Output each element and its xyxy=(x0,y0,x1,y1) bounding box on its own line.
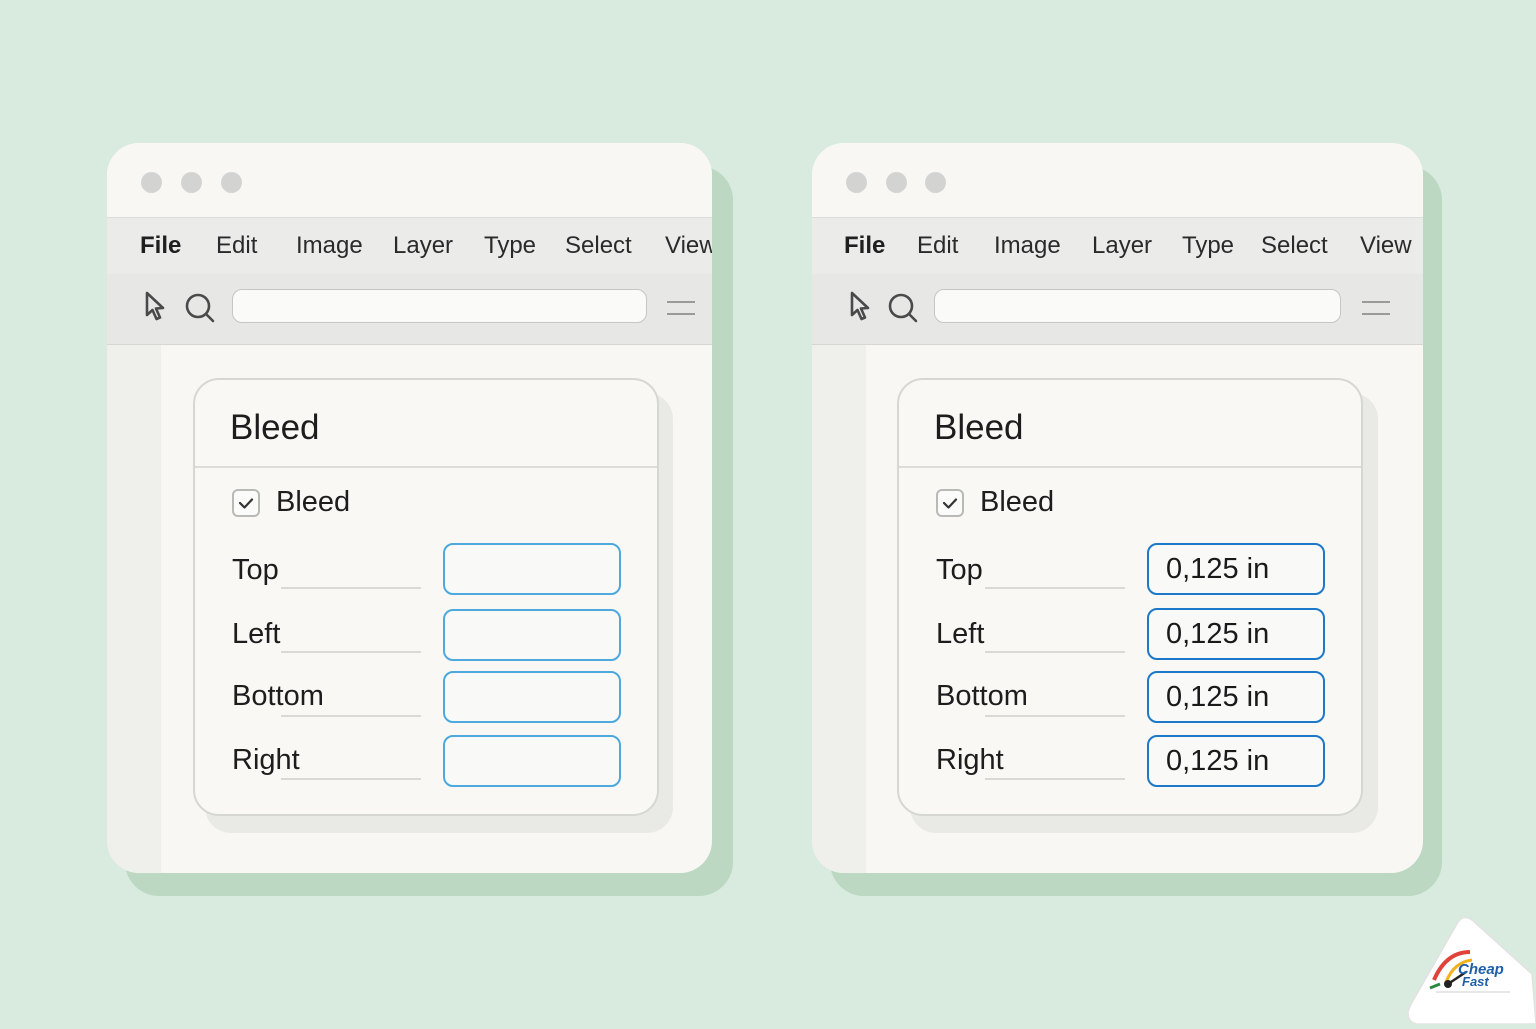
bottom-bleed-field[interactable]: 0,125 in xyxy=(1147,671,1325,723)
dialog-title: Bleed xyxy=(230,408,320,447)
top-bleed-field[interactable] xyxy=(443,543,621,595)
row-divider xyxy=(985,715,1125,717)
sidebar xyxy=(812,345,866,873)
bleed-dialog: Bleed Bleed Top 0,125 in Left 0,125 in B… xyxy=(897,378,1363,816)
top-bleed-field[interactable]: 0,125 in xyxy=(1147,543,1325,595)
menu-layer[interactable]: Layer xyxy=(1092,232,1152,260)
bleed-checkbox-label: Bleed xyxy=(276,486,351,518)
menu-type[interactable]: Type xyxy=(484,232,536,260)
menu-view[interactable]: View xyxy=(1360,232,1412,260)
row-divider xyxy=(281,715,421,717)
checkmark-icon xyxy=(942,498,958,509)
sidebar xyxy=(107,345,161,873)
left-label: Left xyxy=(232,618,281,650)
bleed-checkbox[interactable] xyxy=(232,489,260,517)
title-bar xyxy=(812,143,1423,217)
row-divider xyxy=(985,651,1125,653)
right-label: Right xyxy=(936,744,1004,776)
right-label: Right xyxy=(232,744,300,776)
window-maximize-button[interactable] xyxy=(925,172,946,193)
app-window-before: File Edit Image Layer Type Select View B… xyxy=(107,143,712,873)
bleed-dialog: Bleed Bleed Top Left Bottom Right xyxy=(193,378,659,816)
bottom-label: Bottom xyxy=(232,680,324,712)
menu-image[interactable]: Image xyxy=(296,232,363,260)
window-close-button[interactable] xyxy=(141,172,162,193)
title-bar xyxy=(107,143,712,217)
checkmark-icon xyxy=(238,498,254,509)
divider xyxy=(195,466,657,468)
window-minimize-button[interactable] xyxy=(886,172,907,193)
menu-file[interactable]: File xyxy=(140,232,181,260)
search-icon[interactable] xyxy=(887,292,919,329)
app-window-after: File Edit Image Layer Type Select View B… xyxy=(812,143,1423,873)
row-divider xyxy=(281,651,421,653)
menu-bar: File Edit Image Layer Type Select View xyxy=(812,217,1423,275)
logo-text-fast: Fast xyxy=(1462,974,1489,989)
menu-select[interactable]: Select xyxy=(1261,232,1328,260)
bottom-bleed-field[interactable] xyxy=(443,671,621,723)
toolbar xyxy=(107,274,712,345)
brand-logo: Cheap Fast xyxy=(1400,912,1536,1025)
left-bleed-field[interactable]: 0,125 in xyxy=(1147,608,1325,660)
search-input[interactable] xyxy=(232,289,647,323)
menu-image[interactable]: Image xyxy=(994,232,1061,260)
window-minimize-button[interactable] xyxy=(181,172,202,193)
menu-type[interactable]: Type xyxy=(1182,232,1234,260)
menu-bar: File Edit Image Layer Type Select View xyxy=(107,217,712,275)
menu-lines-icon[interactable] xyxy=(667,300,695,323)
top-label: Top xyxy=(232,554,279,586)
window-close-button[interactable] xyxy=(846,172,867,193)
menu-file[interactable]: File xyxy=(844,232,885,260)
left-bleed-field[interactable] xyxy=(443,609,621,661)
pointer-tool-icon[interactable] xyxy=(848,291,872,328)
menu-lines-icon[interactable] xyxy=(1362,300,1390,323)
bleed-checkbox-label: Bleed xyxy=(980,486,1055,518)
bleed-checkbox[interactable] xyxy=(936,489,964,517)
menu-edit[interactable]: Edit xyxy=(216,232,257,260)
bottom-label: Bottom xyxy=(936,680,1028,712)
row-divider xyxy=(281,587,421,589)
right-bleed-field[interactable]: 0,125 in xyxy=(1147,735,1325,787)
menu-view[interactable]: View xyxy=(665,232,712,260)
window-maximize-button[interactable] xyxy=(221,172,242,193)
right-bleed-field[interactable] xyxy=(443,735,621,787)
row-divider xyxy=(985,587,1125,589)
divider xyxy=(899,466,1361,468)
search-input[interactable] xyxy=(934,289,1341,323)
pointer-tool-icon[interactable] xyxy=(143,291,167,328)
menu-edit[interactable]: Edit xyxy=(917,232,958,260)
menu-layer[interactable]: Layer xyxy=(393,232,453,260)
dialog-title: Bleed xyxy=(934,408,1024,447)
left-label: Left xyxy=(936,618,985,650)
search-icon[interactable] xyxy=(184,292,216,329)
top-label: Top xyxy=(936,554,983,586)
toolbar xyxy=(812,274,1423,345)
row-divider xyxy=(985,778,1125,780)
row-divider xyxy=(281,778,421,780)
menu-select[interactable]: Select xyxy=(565,232,632,260)
